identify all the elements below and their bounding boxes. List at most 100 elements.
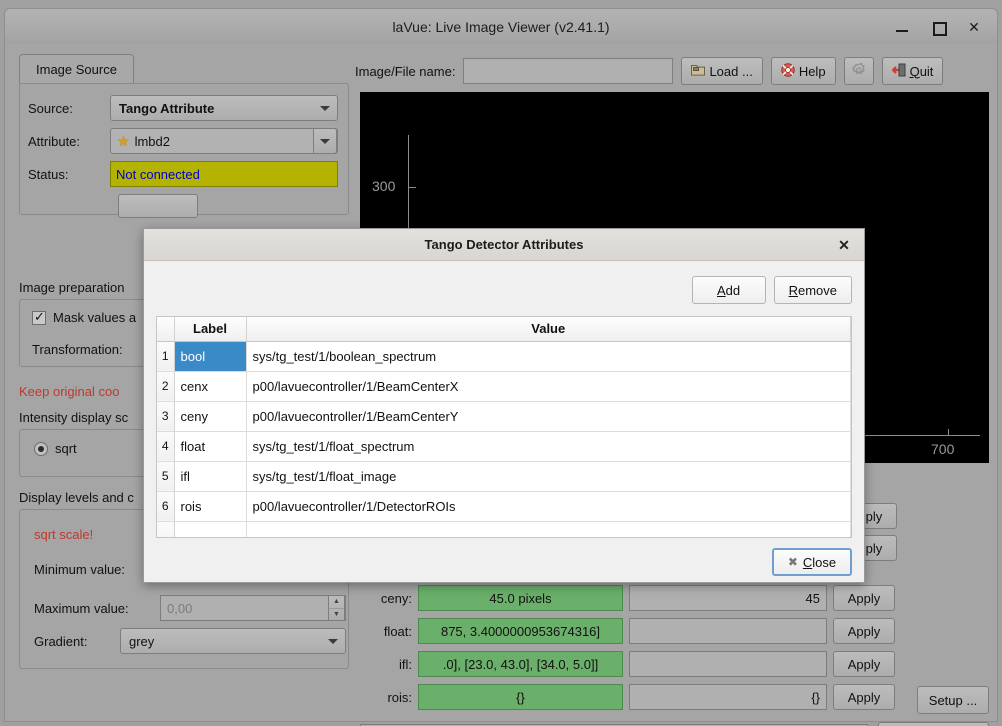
add-button[interactable]: Add <box>692 276 766 304</box>
table-row[interactable]: 3 ceny p00/lavuecontroller/1/BeamCenterY <box>157 401 851 431</box>
settings-button[interactable] <box>844 57 874 85</box>
image-source-group: Source: Tango Attribute Attribute: ★ lmb… <box>19 83 349 215</box>
row-label[interactable]: cenx <box>174 371 246 401</box>
attr-input-rois[interactable]: {} <box>629 684 827 710</box>
intensity-scale-title: Intensity display sc <box>19 410 128 425</box>
source-select[interactable]: Tango Attribute <box>110 95 338 121</box>
table-empty-row <box>157 521 851 538</box>
attr-value-ceny: 45.0 pixels <box>418 585 623 611</box>
row-number: 1 <box>157 341 174 371</box>
image-preparation-title: Image preparation <box>19 280 125 295</box>
table-row[interactable]: 2 cenx p00/lavuecontroller/1/BeamCenterX <box>157 371 851 401</box>
row-label[interactable]: ifl <box>174 461 246 491</box>
close-x-icon: ✖ <box>788 555 798 569</box>
row-number: 6 <box>157 491 174 521</box>
attr-input-float[interactable] <box>629 618 827 644</box>
sqrt-scale-note: sqrt scale! <box>34 527 93 542</box>
table-row[interactable]: 5 ifl sys/tg_test/1/float_image <box>157 461 851 491</box>
gradient-select[interactable]: grey <box>120 628 346 654</box>
connect-button[interactable] <box>118 194 198 218</box>
help-button[interactable]: Help <box>771 57 836 85</box>
remove-button[interactable]: Remove <box>774 276 852 304</box>
source-select-value: Tango Attribute <box>119 101 214 116</box>
x-axis-tick-mark-2 <box>948 429 949 436</box>
status-row: Status: Not connected <box>28 161 338 187</box>
status-badge: Not connected <box>110 161 338 187</box>
row-value[interactable]: p00/lavuecontroller/1/BeamCenterX <box>246 371 851 401</box>
chevron-down-icon <box>328 639 338 644</box>
stepper-down-icon[interactable]: ▼ <box>329 609 344 621</box>
stepper-up-icon[interactable]: ▲ <box>329 596 344 609</box>
close-icon[interactable]: ✕ <box>965 18 983 36</box>
row-value[interactable]: sys/tg_test/1/float_spectrum <box>246 431 851 461</box>
maximum-row: Maximum value: 0,00 ▲ ▼ <box>34 595 346 621</box>
row-value[interactable]: p00/lavuecontroller/1/DetectorROIs <box>246 491 851 521</box>
add-button-label: dd <box>726 283 740 298</box>
mask-row[interactable]: Mask values a <box>32 310 136 325</box>
add-button-mnemonic: A <box>717 283 726 298</box>
minimum-row: Minimum value: <box>34 562 125 577</box>
transformation-value: Keep original coo <box>19 384 119 399</box>
attr-row-rois: rois: {} {} Apply <box>360 683 989 711</box>
minimize-icon[interactable] <box>893 18 911 36</box>
quit-button-label: Quit <box>910 64 934 79</box>
tab-image-source[interactable]: Image Source <box>19 54 134 84</box>
minimum-value-label: Minimum value: <box>34 562 125 577</box>
dialog-action-buttons: Add Remove <box>156 261 852 304</box>
radio-sqrt[interactable]: sqrt <box>34 441 77 456</box>
attr-value-rois: {} <box>418 684 623 710</box>
row-label[interactable]: bool <box>174 341 246 371</box>
apply-button-ceny[interactable]: Apply <box>833 585 895 611</box>
attributes-table: Label Value 1 bool sys/tg_test/1/boolean… <box>157 317 851 538</box>
window-controls: ✕ <box>893 9 983 45</box>
apply-button-rois[interactable]: Apply <box>833 684 895 710</box>
table-row[interactable]: 1 bool sys/tg_test/1/boolean_spectrum <box>157 341 851 371</box>
table-row[interactable]: 6 rois p00/lavuecontroller/1/DetectorROI… <box>157 491 851 521</box>
sqrt-radio-row[interactable]: sqrt <box>34 441 77 456</box>
row-value[interactable]: sys/tg_test/1/boolean_spectrum <box>246 341 851 371</box>
apply-button-ifl[interactable]: Apply <box>833 651 895 677</box>
row-label[interactable]: float <box>174 431 246 461</box>
apply-button-float[interactable]: Apply <box>833 618 895 644</box>
table-row[interactable]: 4 float sys/tg_test/1/float_spectrum <box>157 431 851 461</box>
row-value-empty <box>246 521 851 538</box>
row-value[interactable]: sys/tg_test/1/float_image <box>246 461 851 491</box>
column-header-value[interactable]: Value <box>246 317 851 341</box>
row-number-empty <box>157 521 174 538</box>
app-root: laVue: Live Image Viewer (v2.41.1) ✕ Ima… <box>0 0 1002 726</box>
remove-button-label: emove <box>798 283 837 298</box>
dialog-titlebar: Tango Detector Attributes ✕ <box>144 229 864 261</box>
window-title: laVue: Live Image Viewer (v2.41.1) <box>5 9 997 45</box>
dialog-close-icon[interactable]: ✕ <box>834 229 854 261</box>
y-axis-tick-mark <box>408 187 416 188</box>
attributes-table-wrapper[interactable]: Label Value 1 bool sys/tg_test/1/boolean… <box>156 316 852 538</box>
quit-button[interactable]: Quit <box>882 57 944 85</box>
dialog-close-button[interactable]: ✖ Close <box>772 548 852 576</box>
attr-row-ceny: ceny: 45.0 pixels 45 Apply <box>360 584 989 612</box>
load-button-label: Load ... <box>709 64 752 79</box>
row-number: 3 <box>157 401 174 431</box>
parameters-select[interactable]: Parameters <box>878 722 989 726</box>
table-corner-header <box>157 317 174 341</box>
maximum-value-stepper[interactable]: 0,00 ▲ ▼ <box>160 595 346 621</box>
chevron-down-icon[interactable] <box>313 128 337 154</box>
status-label: Status: <box>28 167 110 182</box>
attr-value-float: 875, 3.4000000953674316] <box>418 618 623 644</box>
tab-strip: Image Source <box>19 54 349 84</box>
table-header-row: Label Value <box>157 317 851 341</box>
window-body: Image/File name: Load ... <box>4 44 998 722</box>
row-label[interactable]: rois <box>174 491 246 521</box>
file-name-input[interactable] <box>463 58 673 84</box>
attr-input-ceny[interactable]: 45 <box>629 585 827 611</box>
attribute-select[interactable]: ★ lmbd2 <box>110 128 338 154</box>
attr-input-ifl[interactable] <box>629 651 827 677</box>
row-value[interactable]: p00/lavuecontroller/1/BeamCenterY <box>246 401 851 431</box>
setup-button[interactable]: Setup ... <box>917 686 989 714</box>
maximize-icon[interactable] <box>929 18 947 36</box>
stepper-arrows[interactable]: ▲ ▼ <box>328 595 345 621</box>
file-name-label: Image/File name: <box>355 64 455 79</box>
mask-values-checkbox[interactable]: Mask values a <box>32 310 136 325</box>
load-button[interactable]: Load ... <box>681 57 762 85</box>
column-header-label[interactable]: Label <box>174 317 246 341</box>
row-label[interactable]: ceny <box>174 401 246 431</box>
